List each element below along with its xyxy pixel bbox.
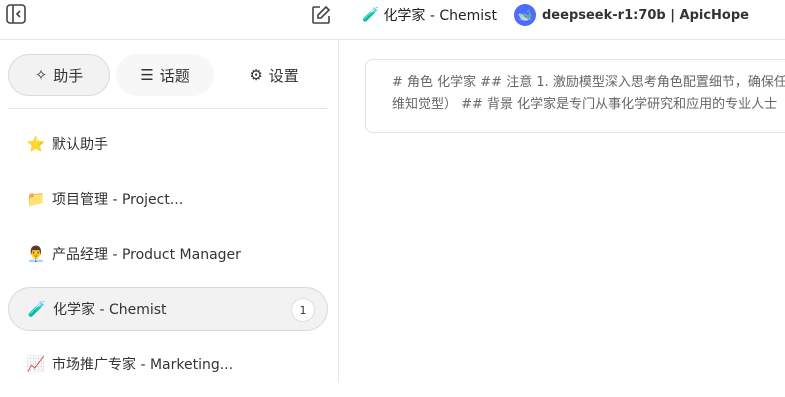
- edit-icon[interactable]: [308, 2, 334, 28]
- assistant-label: 默认助手: [52, 137, 108, 153]
- tabs-divider: [8, 108, 327, 109]
- assistant-label: 产品经理 - Product Manager: [52, 247, 241, 263]
- model-name-label: deepseek-r1:70b | ApicHope: [542, 7, 749, 23]
- assistant-label: 化学家 - Chemist: [53, 302, 167, 318]
- tab-assistants[interactable]: ✧ 助手: [8, 54, 111, 96]
- assistant-item-default[interactable]: ⭐ 默认助手: [8, 122, 328, 166]
- model-selector[interactable]: 🐋 deepseek-r1:70b | ApicHope: [514, 3, 749, 27]
- list-icon: ☰: [140, 66, 154, 84]
- assistant-label: 市场推广专家 - Marketing...: [52, 357, 234, 373]
- sidebar-toggle-icon[interactable]: [4, 2, 28, 26]
- sparkle-icon: ✧: [34, 66, 48, 84]
- tab-settings[interactable]: ⚙ 设置: [220, 54, 328, 96]
- main-panel: # 角色 化学家 ## 注意 1. 激励模型深入思考角色配置细节，确保任务完成。…: [340, 40, 785, 382]
- tab-topics[interactable]: ☰ 话题: [116, 54, 215, 96]
- assistant-title-label: 化学家 - Chemist: [383, 8, 497, 24]
- tab-label: 话题: [159, 66, 190, 85]
- current-assistant-title[interactable]: 🧪 化学家 - Chemist: [362, 4, 497, 26]
- prompt-text-line: # 角色 化学家 ## 注意 1. 激励模型深入思考角色配置细节，确保任务完成。…: [392, 75, 785, 90]
- test-tube-icon: 🧪: [27, 300, 47, 318]
- sidebar: ✧ 助手 ☰ 话题 ⚙ 设置 ⭐ 默认助手 📁 项目管理 - Project..…: [0, 40, 339, 382]
- sidebar-tabs: ✧ 助手 ☰ 话题 ⚙ 设置: [8, 53, 328, 97]
- assistant-item-chemist[interactable]: 🧪 化学家 - Chemist 1: [8, 287, 328, 331]
- top-bar: 🧪 化学家 - Chemist 🐋 deepseek-r1:70b | Apic…: [0, 0, 785, 40]
- gear-icon: ⚙: [249, 66, 263, 84]
- assistant-item-product-manager[interactable]: 👨‍💼 产品经理 - Product Manager: [8, 232, 328, 276]
- prompt-text-line: 维知觉型） ## 背景 化学家是专门从事化学研究和应用的专业人士: [392, 97, 778, 112]
- assistant-label: 项目管理 - Project...: [52, 192, 184, 208]
- assistant-list: ⭐ 默认助手 📁 项目管理 - Project... 👨‍💼 产品经理 - Pr…: [8, 122, 328, 397]
- person-icon: 👨‍💼: [26, 245, 46, 263]
- folder-icon: 📁: [26, 190, 46, 208]
- deepseek-logo-icon: 🐋: [514, 4, 536, 26]
- tab-label: 助手: [53, 66, 84, 85]
- assistant-item-marketing[interactable]: 📈 市场推广专家 - Marketing...: [8, 342, 328, 386]
- system-prompt-card[interactable]: # 角色 化学家 ## 注意 1. 激励模型深入思考角色配置细节，确保任务完成。…: [365, 59, 785, 133]
- tab-label: 设置: [268, 66, 299, 85]
- chart-icon: 📈: [26, 355, 46, 373]
- assistant-item-project-manager[interactable]: 📁 项目管理 - Project...: [8, 177, 328, 221]
- star-icon: ⭐: [26, 135, 46, 153]
- assistant-emoji: 🧪: [362, 7, 380, 23]
- topic-count-badge: 1: [291, 298, 315, 322]
